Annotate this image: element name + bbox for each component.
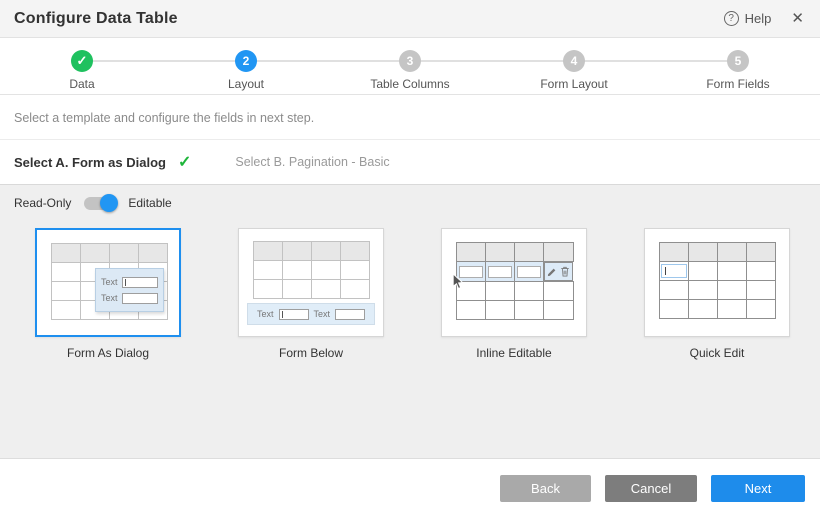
wizard-stepper: ✓ Data 2 Layout 3 Table Columns 4 Form L… xyxy=(0,38,820,95)
step-layout[interactable]: 2 Layout xyxy=(164,38,328,94)
preview-input-focused xyxy=(661,264,687,278)
template-name: Form As Dialog xyxy=(67,346,149,360)
template-cards: Text Text Form As Dialog xyxy=(35,228,790,360)
text-caret-icon xyxy=(665,267,666,275)
check-icon: ✓ xyxy=(71,50,93,72)
text-caret-icon xyxy=(125,279,126,286)
step-table-columns[interactable]: 3 Table Columns xyxy=(328,38,492,94)
page-title: Configure Data Table xyxy=(14,10,178,28)
preview-input xyxy=(488,266,512,278)
trash-icon xyxy=(560,266,570,277)
help-label: Help xyxy=(745,11,772,26)
mode-toggle-row: Read-Only Editable xyxy=(0,185,820,210)
step-number: 3 xyxy=(399,50,421,72)
preview-field-label: Text xyxy=(101,293,118,303)
select-b-option[interactable]: Select B. Pagination - Basic xyxy=(235,155,389,169)
next-button[interactable]: Next xyxy=(711,475,805,502)
preview-field-label: Text xyxy=(314,309,331,319)
mouse-cursor-icon xyxy=(452,273,465,291)
step-data[interactable]: ✓ Data xyxy=(0,38,164,94)
step-number: 4 xyxy=(563,50,585,72)
template-card-quick-edit[interactable] xyxy=(644,228,790,337)
template-card-form-below[interactable]: Text Text xyxy=(238,228,384,337)
template-card-inline-editable[interactable] xyxy=(441,228,587,337)
help-button[interactable]: ? Help xyxy=(724,11,772,26)
pencil-icon xyxy=(547,267,557,277)
toggle-knob-icon xyxy=(100,194,118,212)
dialog-header: Configure Data Table ? Help ✕ xyxy=(0,0,820,38)
step-label: Layout xyxy=(228,77,264,91)
instruction-text: Select a template and configure the fiel… xyxy=(0,96,820,140)
preview-input xyxy=(279,309,309,320)
step-number: 5 xyxy=(727,50,749,72)
preview-table xyxy=(456,242,574,320)
step-form-fields[interactable]: 5 Form Fields xyxy=(656,38,820,94)
preview-table xyxy=(253,241,370,299)
dialog-footer: Back Cancel Next xyxy=(0,458,820,518)
preview-field-label: Text xyxy=(257,309,274,319)
step-number: 2 xyxy=(235,50,257,72)
check-icon: ✓ xyxy=(178,152,191,172)
template-content-area: Read-Only Editable Text xyxy=(0,185,820,458)
step-label: Table Columns xyxy=(370,77,449,91)
step-label: Form Layout xyxy=(540,77,607,91)
template-name: Inline Editable xyxy=(476,346,551,360)
text-caret-icon xyxy=(282,311,283,318)
help-icon: ? xyxy=(724,11,739,26)
template-name: Quick Edit xyxy=(690,346,745,360)
editable-toggle[interactable] xyxy=(84,197,115,210)
template-name: Form Below xyxy=(279,346,343,360)
read-only-label: Read-Only xyxy=(14,196,71,210)
back-button[interactable]: Back xyxy=(500,475,591,502)
template-card-form-as-dialog[interactable]: Text Text xyxy=(35,228,181,337)
cancel-button[interactable]: Cancel xyxy=(605,475,697,502)
preview-form-bar: Text Text xyxy=(247,303,375,325)
preview-field-label: Text xyxy=(101,277,118,287)
editable-label: Editable xyxy=(128,196,171,210)
select-a-option[interactable]: Select A. Form as Dialog xyxy=(14,155,166,170)
close-icon[interactable]: ✕ xyxy=(791,11,804,26)
selection-summary-row: Select A. Form as Dialog ✓ Select B. Pag… xyxy=(0,140,820,185)
preview-table xyxy=(659,242,776,319)
preview-dialog: Text Text xyxy=(95,268,164,312)
preview-input xyxy=(517,266,541,278)
preview-input xyxy=(122,293,158,304)
step-label: Data xyxy=(69,77,94,91)
step-label: Form Fields xyxy=(706,77,769,91)
step-form-layout[interactable]: 4 Form Layout xyxy=(492,38,656,94)
preview-input xyxy=(335,309,365,320)
preview-input xyxy=(122,277,158,288)
